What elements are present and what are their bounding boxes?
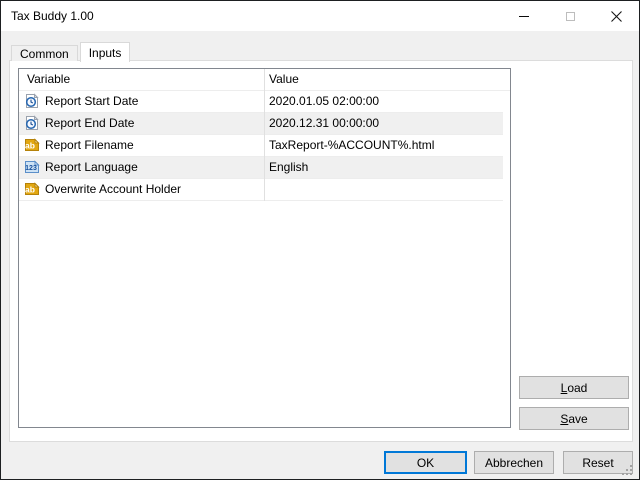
maximize-icon xyxy=(566,12,575,21)
column-header-variable: Variable xyxy=(27,69,70,90)
close-button[interactable] xyxy=(593,1,639,31)
variable-name: Report End Date xyxy=(45,113,134,134)
column-divider xyxy=(264,69,265,201)
variable-value[interactable]: 2020.01.05 02:00:00 xyxy=(269,91,379,112)
save-button[interactable]: Save xyxy=(519,407,629,430)
variable-name: Report Language xyxy=(45,157,138,178)
ok-button[interactable]: OK xyxy=(384,451,467,474)
svg-text:ab: ab xyxy=(25,141,35,151)
table-row[interactable]: Report Start Date 2020.01.05 02:00:00 xyxy=(19,91,503,113)
datetime-icon xyxy=(24,93,40,109)
inputs-tab-page: Variable Value Report Start Date 2020.01… xyxy=(9,60,633,442)
cancel-button[interactable]: Abbrechen xyxy=(474,451,554,474)
number-icon: 123 xyxy=(24,159,40,175)
datetime-icon xyxy=(24,115,40,131)
tab-common-label: Common xyxy=(20,47,69,61)
titlebar[interactable]: Tax Buddy 1.00 xyxy=(1,1,639,31)
column-header-value: Value xyxy=(269,69,299,90)
tab-strip: Common Inputs xyxy=(11,41,130,61)
variable-name: Report Filename xyxy=(45,135,134,156)
tab-inputs-label: Inputs xyxy=(89,46,122,60)
table-row[interactable]: ab Report Filename TaxReport-%ACCOUNT%.h… xyxy=(19,135,503,157)
dialog-window: Tax Buddy 1.00 Common Inputs xyxy=(0,0,640,480)
load-button-label: Load xyxy=(561,381,588,395)
resize-grip-icon[interactable] xyxy=(619,462,633,476)
caption-buttons xyxy=(501,1,639,31)
table-row[interactable]: 123 Report Language English xyxy=(19,157,503,179)
dialog-body: Common Inputs Variable Value xyxy=(1,31,639,479)
window-title: Tax Buddy 1.00 xyxy=(11,1,94,31)
variable-value[interactable]: 2020.12.31 00:00:00 xyxy=(269,113,379,134)
variable-value[interactable]: English xyxy=(269,157,308,178)
minimize-button[interactable] xyxy=(501,1,547,31)
reset-button-label: Reset xyxy=(582,456,613,470)
load-button[interactable]: Load xyxy=(519,376,629,399)
svg-text:ab: ab xyxy=(25,185,35,195)
svg-text:123: 123 xyxy=(25,165,37,172)
variable-name: Overwrite Account Holder xyxy=(45,179,181,200)
maximize-button xyxy=(547,1,593,31)
tab-common[interactable]: Common xyxy=(11,45,78,61)
tab-inputs[interactable]: Inputs xyxy=(80,42,131,62)
string-icon: ab xyxy=(24,137,40,153)
string-icon: ab xyxy=(24,181,40,197)
table-row[interactable]: ab Overwrite Account Holder xyxy=(19,179,503,201)
variable-name: Report Start Date xyxy=(45,91,138,112)
inputs-table: Variable Value Report Start Date 2020.01… xyxy=(18,68,511,428)
variable-value[interactable]: TaxReport-%ACCOUNT%.html xyxy=(269,135,434,156)
close-icon xyxy=(611,11,622,22)
ok-button-label: OK xyxy=(417,456,434,470)
minimize-icon xyxy=(519,16,529,17)
cancel-button-label: Abbrechen xyxy=(485,456,543,470)
save-button-label: Save xyxy=(560,412,587,426)
table-row[interactable]: Report End Date 2020.12.31 00:00:00 xyxy=(19,113,503,135)
